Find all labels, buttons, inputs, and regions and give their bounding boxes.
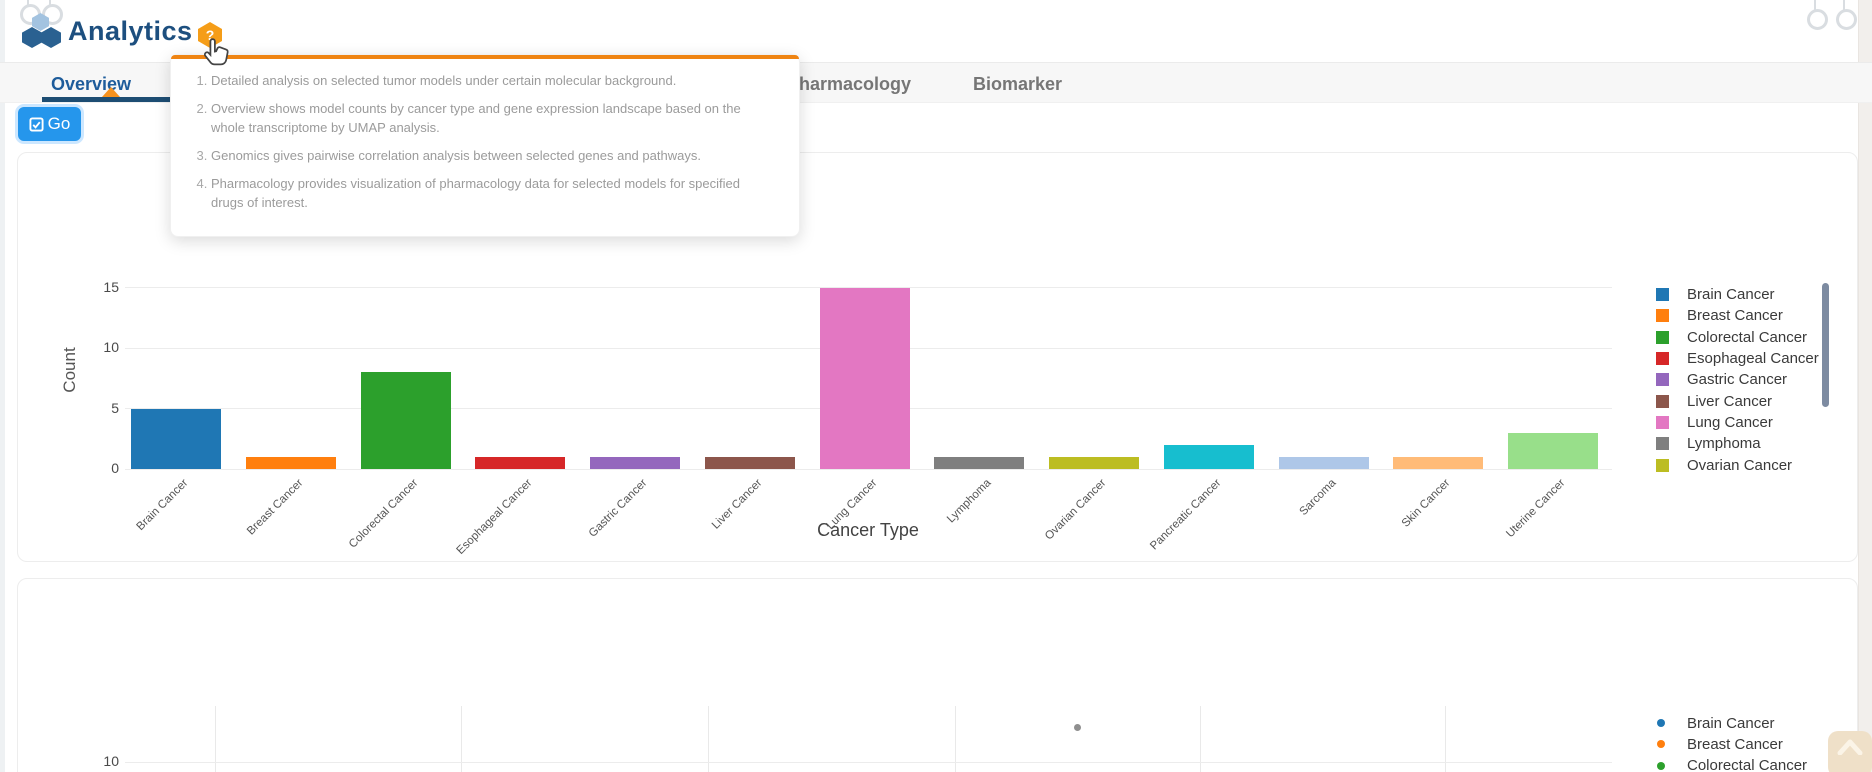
legend-swatch xyxy=(1656,437,1669,450)
legend-label: Esophageal Cancer xyxy=(1687,350,1819,367)
help-item: Genomics gives pairwise correlation anal… xyxy=(211,146,773,165)
legend-label: Colorectal Cancer xyxy=(1687,329,1807,346)
legend-swatch xyxy=(1656,395,1669,408)
legend-item-breast-cancer[interactable]: Breast Cancer xyxy=(1653,734,1783,754)
active-tab-caret-icon xyxy=(102,87,120,97)
legend-swatch xyxy=(1656,352,1669,365)
legend-label: Breast Cancer xyxy=(1687,736,1783,753)
page-left-edge xyxy=(0,0,5,772)
bar-ovarian-cancer[interactable] xyxy=(1049,457,1139,469)
legend-label: Gastric Cancer xyxy=(1687,371,1787,388)
bar-breast-cancer[interactable] xyxy=(246,457,336,469)
help-item: Pharmacology provides visualization of p… xyxy=(211,174,773,212)
y-tick-label: 0 xyxy=(77,460,119,476)
go-button[interactable]: Go xyxy=(18,107,81,141)
legend-swatch xyxy=(1656,331,1669,344)
legend-label: Lung Cancer xyxy=(1687,414,1773,431)
legend-item-colorectal-cancer[interactable]: Colorectal Cancer xyxy=(1650,327,1807,348)
legend-dot xyxy=(1657,740,1665,748)
help-item: Detailed analysis on selected tumor mode… xyxy=(211,71,773,90)
chevron-up-icon xyxy=(1837,739,1863,755)
y-tick-label: 10 xyxy=(77,753,119,769)
legend-item-esophageal-cancer[interactable]: Esophageal Cancer xyxy=(1650,348,1819,369)
page-title: Analytics xyxy=(68,16,193,47)
bar-uterine-cancer[interactable] xyxy=(1508,433,1598,469)
bar-lung-cancer[interactable] xyxy=(820,288,910,469)
scroll-to-top-button[interactable] xyxy=(1828,731,1872,772)
legend-label: Brain Cancer xyxy=(1687,286,1775,303)
ornament-ring-icon xyxy=(1807,9,1828,30)
bar-lymphoma[interactable] xyxy=(934,457,1024,469)
legend-item-lymphoma[interactable]: Lymphoma xyxy=(1650,433,1761,454)
legend-swatch xyxy=(1656,309,1669,322)
go-button-label: Go xyxy=(48,114,71,134)
bar-gastric-cancer[interactable] xyxy=(590,457,680,469)
legend-label: Breast Cancer xyxy=(1687,307,1783,324)
analytics-page: Analytics ? Overview Pharmacology Biomar… xyxy=(0,0,1872,772)
legend-item-brain-cancer[interactable]: Brain Cancer xyxy=(1653,713,1775,733)
bar-skin-cancer[interactable] xyxy=(1393,457,1483,469)
legend-item-brain-cancer[interactable]: Brain Cancer xyxy=(1650,284,1775,305)
y-tick-label: 15 xyxy=(77,279,119,295)
ornament-ring-icon xyxy=(1836,9,1857,30)
legend-scrollbar-thumb[interactable] xyxy=(1822,283,1829,407)
active-tab-underline xyxy=(42,97,178,102)
check-square-icon xyxy=(29,117,44,132)
bar-sarcoma[interactable] xyxy=(1279,457,1369,469)
popover-accent-bar xyxy=(171,55,799,59)
legend-item-gastric-cancer[interactable]: Gastric Cancer xyxy=(1650,369,1787,390)
bar-colorectal-cancer[interactable] xyxy=(361,372,451,469)
y-tick-label: 10 xyxy=(77,339,119,355)
h-gridline xyxy=(125,762,1612,763)
bar-liver-cancer[interactable] xyxy=(705,457,795,469)
legend-item-ovarian-cancer[interactable]: Ovarian Cancer xyxy=(1650,455,1792,474)
logo-hexagon-icon xyxy=(22,27,42,48)
legend-item-breast-cancer[interactable]: Breast Cancer xyxy=(1650,305,1783,326)
scatter-point[interactable] xyxy=(1074,724,1081,731)
legend-item-lung-cancer[interactable]: Lung Cancer xyxy=(1650,412,1773,433)
bar-esophageal-cancer[interactable] xyxy=(475,457,565,469)
scatter-chart-card xyxy=(17,578,1858,772)
help-item: Overview shows model counts by cancer ty… xyxy=(211,99,773,137)
help-list: Detailed analysis on selected tumor mode… xyxy=(171,71,799,212)
legend-label: Colorectal Cancer xyxy=(1687,757,1807,772)
y-tick-label: 5 xyxy=(77,400,119,416)
legend-item-colorectal-cancer[interactable]: Colorectal Cancer xyxy=(1653,756,1807,772)
help-popover: Detailed analysis on selected tumor mode… xyxy=(170,54,800,237)
chart-legend: Brain Cancer Breast Cancer Colorectal Canc… xyxy=(1650,284,1826,474)
legend-swatch xyxy=(1656,459,1669,472)
mouse-cursor-hand-icon xyxy=(202,36,232,72)
legend-label: Liver Cancer xyxy=(1687,393,1772,410)
legend-dot xyxy=(1657,762,1665,770)
bar-brain-cancer[interactable] xyxy=(131,409,221,469)
legend-label: Lymphoma xyxy=(1687,435,1761,452)
browser-scrollbar-track[interactable] xyxy=(1858,0,1872,772)
legend-label: Brain Cancer xyxy=(1687,715,1775,732)
legend-dot xyxy=(1657,719,1665,727)
legend-swatch xyxy=(1656,288,1669,301)
legend-item-liver-cancer[interactable]: Liver Cancer xyxy=(1650,391,1772,412)
tab-biomarker[interactable]: Biomarker xyxy=(973,74,1062,95)
legend-swatch xyxy=(1656,373,1669,386)
legend-label: Ovarian Cancer xyxy=(1687,457,1792,474)
bar-pancreatic-cancer[interactable] xyxy=(1164,445,1254,469)
logo-hexagon-icon xyxy=(41,27,61,48)
legend-swatch xyxy=(1656,416,1669,429)
tab-pharmacology[interactable]: Pharmacology xyxy=(787,74,911,95)
